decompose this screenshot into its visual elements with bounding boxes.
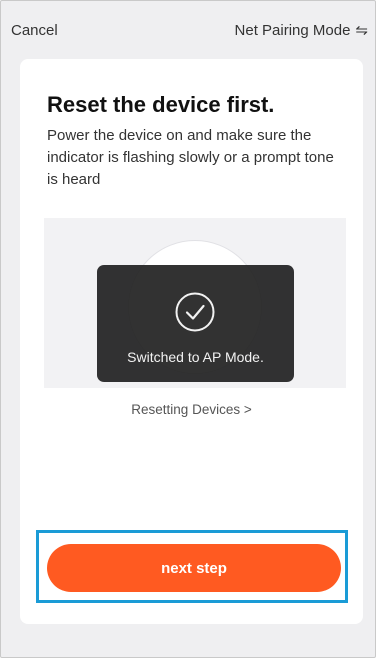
- instruction-card: Reset the device first. Power the device…: [20, 59, 363, 624]
- check-circle-icon: [175, 292, 215, 332]
- device-illustration: Switched to AP Mode.: [44, 218, 346, 388]
- app-frame: Cancel Net Pairing Mode ⇋ Reset the devi…: [0, 0, 376, 658]
- instruction-text: Power the device on and make sure the in…: [47, 127, 334, 188]
- status-toast: Switched to AP Mode.: [97, 265, 294, 382]
- next-step-button[interactable]: next step: [47, 544, 341, 592]
- toast-message: Switched to AP Mode.: [127, 349, 264, 365]
- net-pairing-mode-switch[interactable]: Net Pairing Mode ⇋: [235, 22, 368, 39]
- swap-arrows-icon: ⇋: [355, 22, 368, 39]
- cancel-button[interactable]: Cancel: [11, 22, 58, 39]
- top-bar: Cancel Net Pairing Mode ⇋: [1, 1, 375, 49]
- resetting-devices-link[interactable]: Resetting Devices >: [20, 402, 363, 417]
- mode-label: Net Pairing Mode: [234, 22, 351, 39]
- page-title: Reset the device first.: [47, 92, 275, 117]
